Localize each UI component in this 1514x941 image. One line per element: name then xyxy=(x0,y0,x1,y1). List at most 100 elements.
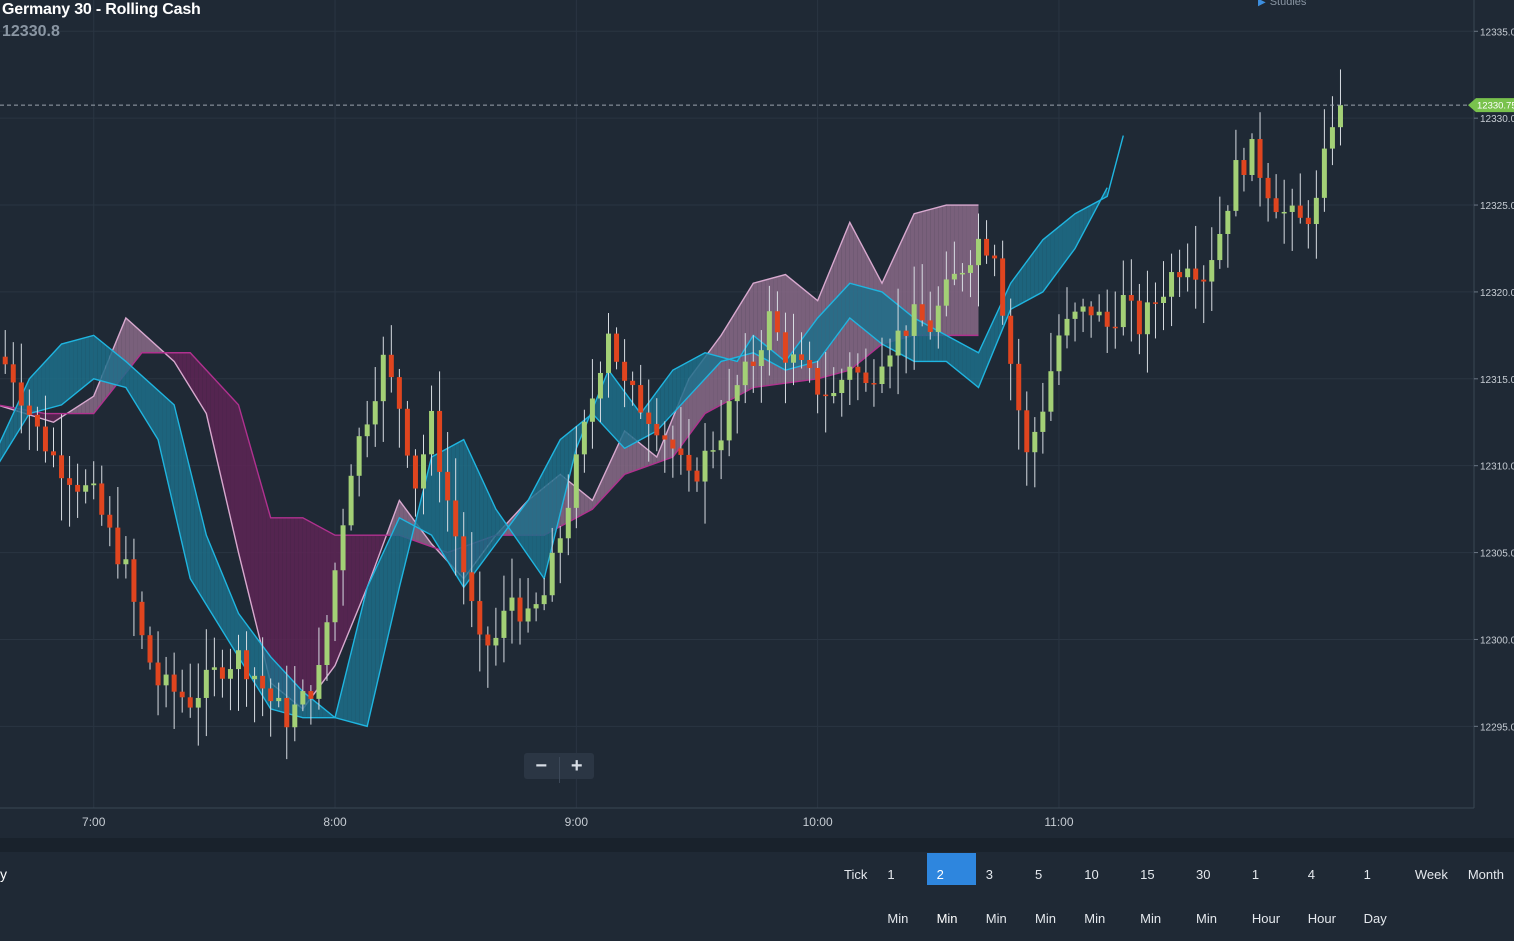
cyan-band-segment xyxy=(680,363,685,405)
timeframe-tab-10-min[interactable]: 10 Min xyxy=(1074,853,1130,926)
candle-body xyxy=(396,377,402,409)
cyan-band-segment xyxy=(479,474,484,566)
candle-body xyxy=(236,650,241,670)
cyan-band-segment xyxy=(206,535,211,612)
candle-body xyxy=(1337,105,1343,128)
timeframe-tab-month[interactable]: Month xyxy=(1458,853,1514,885)
zoom-out-button[interactable]: − xyxy=(524,753,559,779)
candle-body xyxy=(847,366,853,380)
candle-body xyxy=(871,383,877,385)
y-tick-label: 12315.0 xyxy=(1480,375,1514,386)
candle-body xyxy=(1112,326,1118,329)
candle-body xyxy=(1241,160,1247,175)
cyan-band-segment xyxy=(817,313,822,362)
cloud-segment xyxy=(230,396,235,536)
cyan-band-segment xyxy=(886,295,891,349)
y-tick-label: 12300.0 xyxy=(1480,635,1514,646)
candle-body xyxy=(1249,139,1255,175)
cyan-band-segment xyxy=(49,352,54,409)
cyan-band-segment xyxy=(616,380,621,444)
ichimoku-cloud xyxy=(0,204,979,710)
cyan-band-segment xyxy=(612,375,617,440)
cyan-band-segment xyxy=(379,552,384,675)
cloud-segment xyxy=(713,340,718,410)
cyan-band-segment xyxy=(841,287,846,329)
cyan-band-segment xyxy=(210,544,215,618)
candle-body xyxy=(670,439,676,449)
cyan-band-segment xyxy=(150,383,155,434)
candle-body xyxy=(227,669,233,679)
zoom-in-button[interactable]: + xyxy=(559,753,594,779)
cyan-band-segment xyxy=(813,317,818,363)
studies-button[interactable]: ▶ Studies xyxy=(1258,0,1306,8)
candle-body xyxy=(1289,205,1295,212)
candle-body xyxy=(1088,306,1094,316)
candle-body xyxy=(1048,371,1054,412)
candle-body xyxy=(1056,335,1062,372)
timeframe-tab-week[interactable]: Week xyxy=(1405,853,1458,885)
candle-body xyxy=(702,450,708,482)
cloud-segment xyxy=(282,517,287,696)
cloud-segment xyxy=(733,309,738,399)
cyan-band-segment xyxy=(73,339,78,396)
candle-body xyxy=(1080,306,1086,312)
candle-body xyxy=(750,361,756,366)
timeframe-tab-1-min[interactable]: 1 Min xyxy=(877,853,926,926)
cyan-band-segment xyxy=(809,323,814,364)
cyan-band-segment xyxy=(974,350,979,388)
candle-body xyxy=(268,688,274,702)
price-chart[interactable]: 12295.0 12300.0 12305.0 12310.0 12315.0 12320… xyxy=(0,0,1514,885)
timeframe-tab-2-min[interactable]: 2 Min xyxy=(926,853,976,926)
timeframe-tab-3-min[interactable]: 3 Min xyxy=(976,853,1025,926)
timeframe-tab-30-min[interactable]: 30 Min xyxy=(1186,853,1242,926)
x-tick-label: 11:00 xyxy=(1044,815,1073,829)
cyan-band-segment xyxy=(853,284,858,325)
cyan-band-segment xyxy=(1042,236,1047,292)
candle-body xyxy=(1128,295,1134,301)
scroll-strip[interactable] xyxy=(0,838,1514,852)
candle-body xyxy=(453,500,459,537)
cyan-band-segment xyxy=(1071,213,1076,254)
candle-body xyxy=(565,507,571,539)
candle-body xyxy=(501,610,507,638)
timeframe-tab-15-min[interactable]: 15 Min xyxy=(1130,853,1186,926)
candle-body xyxy=(316,665,322,699)
candle-body xyxy=(630,380,636,386)
cyan-band-segment xyxy=(270,656,275,711)
timeframe-tab-5-min[interactable]: 5 Min xyxy=(1025,853,1074,926)
candle-body xyxy=(364,424,370,437)
cyan-band-segment xyxy=(1062,220,1067,265)
candle-body xyxy=(107,514,113,528)
candle-body xyxy=(469,572,475,602)
timeframe-tab-tick[interactable]: Tick xyxy=(834,853,877,885)
candle-body xyxy=(903,330,909,336)
candle-body xyxy=(284,697,290,728)
cyan-band-segment xyxy=(69,340,74,399)
cyan-band-segment xyxy=(628,397,633,447)
cyan-band-segment xyxy=(946,335,951,365)
cyan-band-segment xyxy=(696,354,702,388)
timeframe-bar-left-label: y xyxy=(0,866,7,882)
cyan-band-segment xyxy=(186,453,191,579)
candle-body xyxy=(1144,302,1150,335)
cyan-band-segment xyxy=(962,344,967,378)
cyan-band-segment xyxy=(821,309,826,356)
cyan-band-segment xyxy=(431,454,436,542)
timeframe-tab-1-day[interactable]: 1 Day xyxy=(1354,853,1405,926)
candle-body xyxy=(412,455,418,489)
candle-body xyxy=(638,385,644,413)
timeframe-tab-1-hour[interactable]: 1 Hour xyxy=(1242,853,1298,926)
cyan-band-segment xyxy=(692,357,697,392)
flag-icon: ▶ xyxy=(1258,0,1266,8)
candle-body xyxy=(211,667,217,670)
candle-body xyxy=(437,410,443,472)
candle-body xyxy=(509,597,515,611)
cloud-segment xyxy=(202,365,207,414)
candle-body xyxy=(75,484,81,492)
timeframe-tab-4-hour[interactable]: 4 Hour xyxy=(1298,853,1354,926)
candle-body xyxy=(935,305,941,332)
cyan-band-segment xyxy=(1050,230,1055,282)
cloud-segment xyxy=(254,461,259,635)
instrument-price: 12330.8 xyxy=(2,23,60,40)
candle-body xyxy=(887,355,893,367)
